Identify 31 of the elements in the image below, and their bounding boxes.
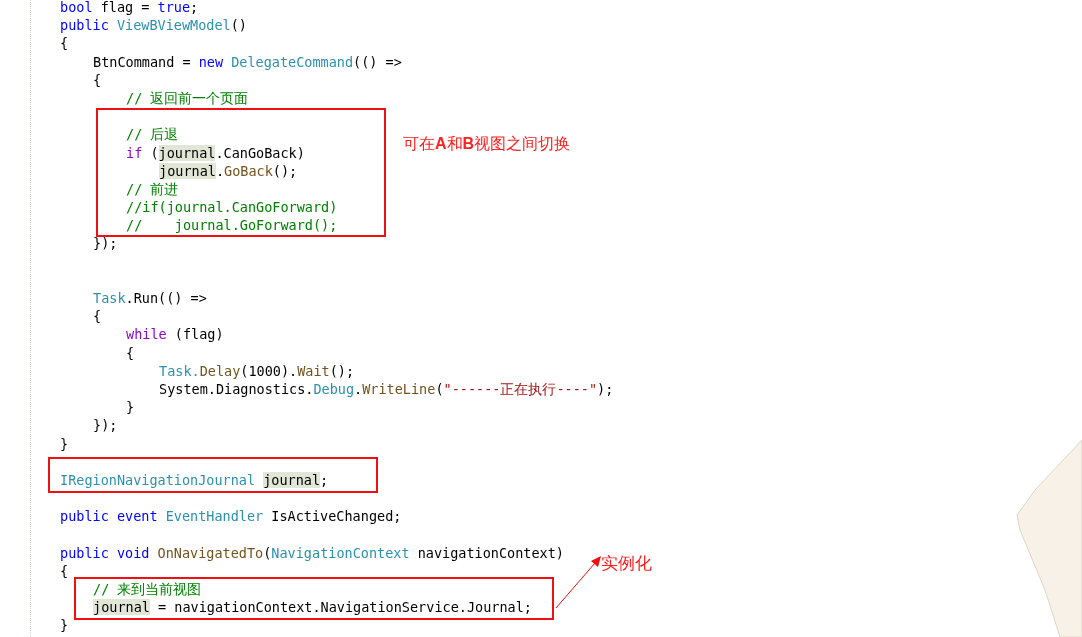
- code-line: public event EventHandler IsActiveChanged;: [60, 507, 402, 526]
- code-line: }: [60, 616, 69, 635]
- annotation-text: 实例化: [601, 552, 652, 575]
- code-line: {: [60, 561, 69, 580]
- code-line: {: [93, 307, 102, 326]
- code-line: bool flag = true;: [60, 0, 199, 17]
- code-line: if (journal.CanGoBack): [126, 143, 305, 162]
- code-line: System.Diagnostics.Debug.WriteLine("------正在执行----");: [159, 379, 614, 399]
- code-line: journal = navigationContext.NavigationService.Journal;: [93, 598, 532, 617]
- code-line: BtnCommand = new DelegateCommand(() =>: [93, 52, 402, 71]
- code-line: });: [93, 416, 118, 435]
- code-line: });: [93, 234, 118, 253]
- code-line: {: [93, 70, 102, 89]
- code-line: IRegionNavigationJournal journal;: [60, 470, 329, 490]
- code-line: // 来到当前视图: [93, 580, 202, 599]
- code-line: public ViewBViewModel(): [60, 16, 247, 35]
- code-line: journal.GoBack();: [159, 161, 298, 180]
- code-line: while (flag): [126, 325, 224, 344]
- code-line: {: [60, 34, 69, 53]
- code-line: // journal.GoForward();: [126, 216, 338, 235]
- code-line: {: [126, 343, 135, 362]
- code-line: Task.Run(() =>: [93, 289, 207, 308]
- code-line: // 后退: [126, 125, 179, 144]
- code-line: public void OnNavigatedTo(NavigationContext navigationContext): [60, 543, 564, 562]
- code-line: // 前进: [126, 179, 179, 199]
- annotation-text: 可在A和B视图之间切换: [403, 134, 571, 154]
- code-line: }: [126, 398, 135, 417]
- code-line: }: [60, 434, 69, 453]
- code-line: Task.Delay(1000).Wait();: [159, 361, 355, 380]
- code-line: //if(journal.CanGoForward): [126, 198, 338, 217]
- code-line: // 返回前一个页面: [126, 88, 249, 108]
